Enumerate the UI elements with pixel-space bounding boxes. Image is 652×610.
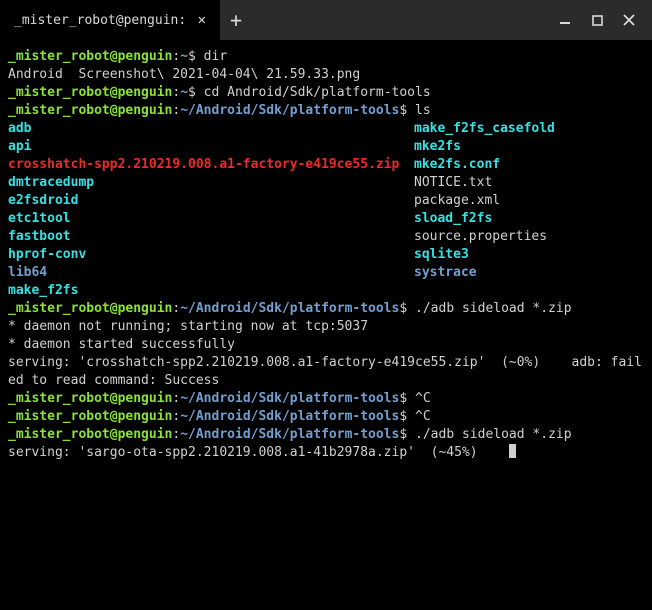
ls-entry: e2fsdroid — [8, 192, 414, 210]
ls-entry: etc1tool — [8, 210, 414, 228]
prompt-path: ~/Android/Sdk/platform-tools — [180, 103, 399, 118]
prompt-command: $ dir — [188, 49, 227, 64]
ls-entry: make_f2fs — [8, 282, 414, 300]
new-tab-button[interactable]: + — [220, 10, 252, 30]
ls-entry: dmtracedump — [8, 174, 414, 192]
prompt-path: ~/Android/Sdk/platform-tools — [180, 409, 399, 424]
terminal-cursor — [509, 444, 516, 458]
ls-entry: source.properties — [414, 228, 555, 246]
ls-entry: lib64 — [8, 264, 414, 282]
close-icon[interactable]: ✕ — [194, 10, 210, 30]
maximize-icon — [592, 15, 603, 26]
output-line: Android Screenshot\ 2021-04-04\ 21.59.33… — [8, 66, 644, 84]
prompt-user-host: _mister_robot@penguin — [8, 391, 172, 406]
ls-output: adbapicrosshatch-spp2.210219.008.a1-fact… — [8, 120, 644, 300]
close-window-button[interactable] — [616, 7, 642, 33]
prompt-line: _mister_robot@penguin:~/Android/Sdk/plat… — [8, 102, 644, 120]
close-window-icon — [623, 14, 635, 26]
minimize-icon — [559, 14, 571, 26]
prompt-path: ~/Android/Sdk/platform-tools — [180, 391, 399, 406]
ls-entry: NOTICE.txt — [414, 174, 555, 192]
ls-column: make_f2fs_casefoldmke2fsmke2fs.confNOTIC… — [414, 120, 555, 300]
output-line: * daemon not running; starting now at tc… — [8, 318, 644, 336]
output-line: * daemon started successfully — [8, 336, 644, 354]
minimize-button[interactable] — [552, 7, 578, 33]
ls-entry: fastboot — [8, 228, 414, 246]
output-line: ed to read command: Success — [8, 372, 644, 390]
prompt-line: _mister_robot@penguin:~/Android/Sdk/plat… — [8, 408, 644, 426]
terminal-viewport[interactable]: _mister_robot@penguin:~$ dirAndroid Scre… — [0, 40, 652, 470]
prompt-command: $ ^C — [399, 391, 430, 406]
ls-entry: sqlite3 — [414, 246, 555, 264]
prompt-command: $ ^C — [399, 409, 430, 424]
ls-entry: package.xml — [414, 192, 555, 210]
ls-entry: mke2fs — [414, 138, 555, 156]
terminal-tab-active[interactable]: _mister_robot@penguin: ~/Android/Sdk/pla… — [0, 0, 220, 40]
prompt-command: $ cd Android/Sdk/platform-tools — [188, 85, 431, 100]
prompt-path: ~/Android/Sdk/platform-tools — [180, 427, 399, 442]
ls-entry: mke2fs.conf — [414, 156, 555, 174]
prompt-path: ~ — [180, 85, 188, 100]
prompt-command: $ ls — [399, 103, 430, 118]
ls-entry: sload_f2fs — [414, 210, 555, 228]
prompt-user-host: _mister_robot@penguin — [8, 409, 172, 424]
prompt-line: _mister_robot@penguin:~/Android/Sdk/plat… — [8, 426, 644, 444]
ls-entry: crosshatch-spp2.210219.008.a1-factory-e4… — [8, 156, 414, 174]
ls-column: adbapicrosshatch-spp2.210219.008.a1-fact… — [8, 120, 414, 300]
prompt-line: _mister_robot@penguin:~/Android/Sdk/plat… — [8, 300, 644, 318]
prompt-line: _mister_robot@penguin:~$ cd Android/Sdk/… — [8, 84, 644, 102]
prompt-user-host: _mister_robot@penguin — [8, 103, 172, 118]
prompt-user-host: _mister_robot@penguin — [8, 85, 172, 100]
prompt-user-host: _mister_robot@penguin — [8, 427, 172, 442]
ls-entry: api — [8, 138, 414, 156]
prompt-line: _mister_robot@penguin:~/Android/Sdk/plat… — [8, 390, 644, 408]
maximize-button[interactable] — [584, 7, 610, 33]
ls-entry: hprof-conv — [8, 246, 414, 264]
tab-title: _mister_robot@penguin: ~/Android/Sdk/pla… — [14, 13, 184, 28]
prompt-command: $ ./adb sideload *.zip — [399, 427, 571, 442]
window-controls — [552, 7, 652, 33]
prompt-line: _mister_robot@penguin:~$ dir — [8, 48, 644, 66]
prompt-user-host: _mister_robot@penguin — [8, 49, 172, 64]
window-titlebar: _mister_robot@penguin: ~/Android/Sdk/pla… — [0, 0, 652, 40]
output-line: serving: 'crosshatch-spp2.210219.008.a1-… — [8, 354, 644, 372]
output-line: serving: 'sargo-ota-spp2.210219.008.a1-4… — [8, 444, 644, 462]
ls-entry: adb — [8, 120, 414, 138]
prompt-path: ~ — [180, 49, 188, 64]
ls-entry: make_f2fs_casefold — [414, 120, 555, 138]
prompt-path: ~/Android/Sdk/platform-tools — [180, 301, 399, 316]
tab-strip: _mister_robot@penguin: ~/Android/Sdk/pla… — [0, 0, 252, 40]
prompt-user-host: _mister_robot@penguin — [8, 301, 172, 316]
prompt-command: $ ./adb sideload *.zip — [399, 301, 571, 316]
ls-entry: systrace — [414, 264, 555, 282]
